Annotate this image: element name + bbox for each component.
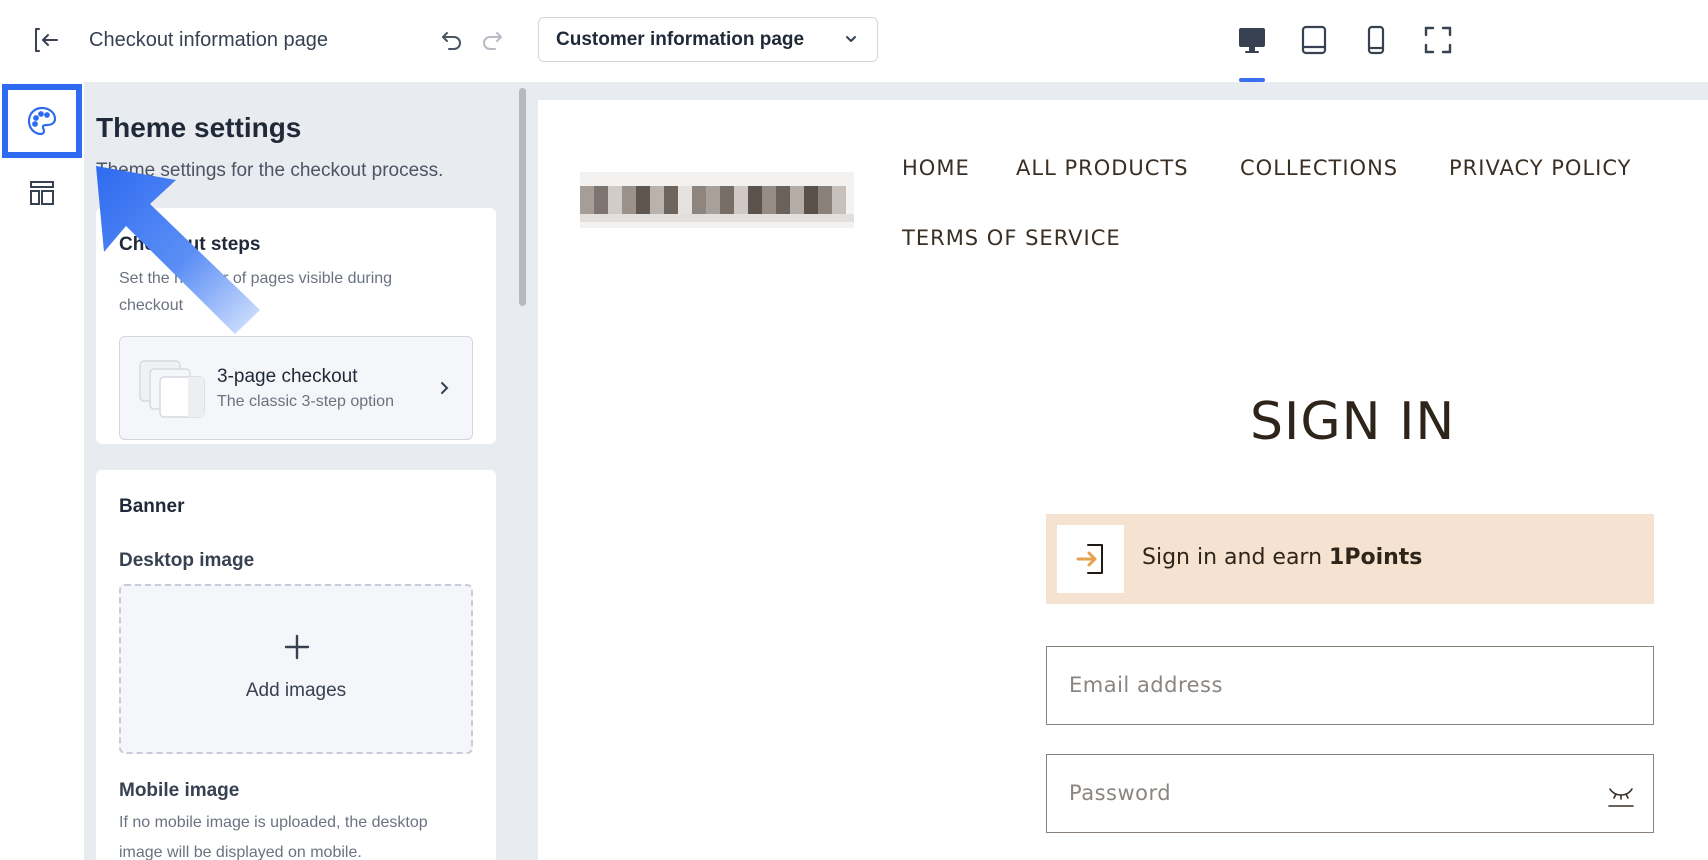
checkout-steps-heading: Checkout steps bbox=[119, 234, 261, 255]
page-name: Checkout information page bbox=[89, 29, 329, 51]
undo-icon bbox=[442, 32, 461, 50]
device-mobile-button[interactable] bbox=[1354, 18, 1398, 62]
option-description: The classic 3-step option bbox=[217, 393, 394, 410]
page-selector-dropdown[interactable]: Customer information page bbox=[538, 17, 878, 62]
nav-collections[interactable]: COLLECTIONS bbox=[1240, 156, 1398, 180]
sign-in-icon bbox=[1076, 544, 1103, 574]
mobile-icon bbox=[1367, 25, 1385, 55]
option-title: 3-page checkout bbox=[217, 366, 358, 387]
checkout-steps-description: Set the number of pages visible during c… bbox=[119, 270, 393, 314]
nav-terms-of-service[interactable]: TERMS OF SERVICE bbox=[902, 226, 1121, 250]
layout-icon bbox=[30, 181, 54, 205]
nav-privacy-policy[interactable]: PRIVACY POLICY bbox=[1449, 156, 1631, 180]
plus-icon bbox=[284, 634, 310, 660]
email-placeholder: Email address bbox=[1069, 673, 1223, 697]
palette-icon bbox=[27, 106, 57, 136]
redo-icon bbox=[483, 32, 502, 50]
desktop-image-label: Desktop image bbox=[119, 550, 255, 571]
desktop-image-dropzone[interactable]: Add images bbox=[119, 584, 473, 754]
mobile-image-description: If no mobile image is uploaded, the desk… bbox=[119, 814, 428, 860]
password-field[interactable]: Password bbox=[1046, 754, 1654, 833]
earn-points-value: 1Points bbox=[1329, 545, 1423, 570]
device-desktop-button[interactable] bbox=[1230, 18, 1274, 62]
rail-theme-settings[interactable] bbox=[2, 84, 82, 158]
theme-settings-panel: Theme settings Theme settings for the ch… bbox=[84, 82, 524, 860]
top-bar: Checkout information page Customer infor… bbox=[0, 0, 1708, 82]
nav-all-products[interactable]: ALL PRODUCTS bbox=[1016, 156, 1189, 180]
earn-points-banner: Sign in and earn 1Points bbox=[1046, 514, 1654, 604]
sign-in-heading: SIGN IN bbox=[1250, 392, 1456, 452]
undo-button[interactable] bbox=[434, 22, 470, 58]
device-tablet-button[interactable] bbox=[1292, 18, 1336, 62]
fullscreen-button[interactable] bbox=[1416, 18, 1460, 62]
banner-heading: Banner bbox=[119, 496, 185, 517]
storefront-preview: HOME ALL PRODUCTS COLLECTIONS PRIVACY PO… bbox=[538, 100, 1708, 860]
eye-closed-icon[interactable] bbox=[1607, 783, 1635, 809]
chevron-down-icon bbox=[846, 36, 856, 42]
panel-subtitle: Theme settings for the checkout process. bbox=[96, 160, 444, 181]
earn-points-text: Sign in and earn 1Points bbox=[1142, 545, 1423, 570]
password-placeholder: Password bbox=[1069, 781, 1172, 805]
mobile-image-label: Mobile image bbox=[119, 780, 240, 801]
page-selector-value: Customer information page bbox=[556, 28, 805, 50]
pages-stack-icon bbox=[139, 360, 205, 418]
desktop-icon bbox=[1239, 28, 1265, 53]
redo-button[interactable] bbox=[474, 22, 510, 58]
rail-sections[interactable] bbox=[0, 156, 84, 230]
fullscreen-icon bbox=[1424, 26, 1452, 54]
left-rail bbox=[0, 82, 84, 860]
panel-title: Theme settings bbox=[96, 112, 302, 143]
checkout-steps-card: Checkout steps Set the number of pages v… bbox=[96, 208, 496, 444]
store-logo-pixelated[interactable] bbox=[580, 172, 854, 228]
exit-icon bbox=[35, 28, 58, 52]
earn-icon-box bbox=[1057, 525, 1124, 593]
panel-scrollbar-thumb[interactable] bbox=[519, 88, 526, 306]
email-field[interactable]: Email address bbox=[1046, 646, 1654, 725]
add-images-label: Add images bbox=[245, 680, 347, 701]
tablet-icon bbox=[1301, 25, 1327, 55]
nav-home[interactable]: HOME bbox=[902, 156, 970, 180]
chevron-right-icon bbox=[441, 382, 449, 394]
exit-editor-button[interactable] bbox=[28, 22, 64, 58]
checkout-steps-option[interactable]: 3-page checkout The classic 3-step optio… bbox=[119, 336, 473, 440]
banner-card: Banner Desktop image Add images Mobile i… bbox=[96, 470, 496, 860]
